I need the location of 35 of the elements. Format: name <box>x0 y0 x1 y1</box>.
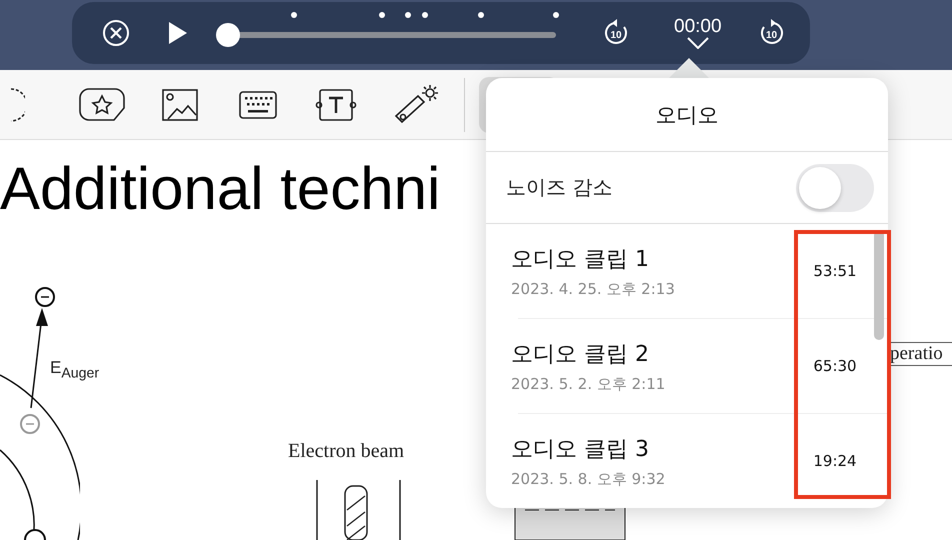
noise-reduction-label: 노이즈 감소 <box>506 174 612 202</box>
laser-pointer-icon <box>394 84 440 126</box>
slider-thumb[interactable] <box>216 23 240 47</box>
figure-label: peratio <box>890 342 952 366</box>
clip-name[interactable]: 오디오 클립 2 <box>511 338 666 368</box>
clip-name[interactable]: 오디오 클립 1 <box>511 244 675 274</box>
figure-label: Electron beam <box>288 440 404 463</box>
clip-name[interactable]: 오디오 클립 3 <box>511 434 666 464</box>
clip-duration: 65:30 <box>812 357 858 375</box>
energy-label: E$_{Auger}$ <box>50 358 100 382</box>
slide-title: Additional techni <box>0 154 440 223</box>
bookmark-dot <box>379 12 386 18</box>
popover-title: 오디오 <box>486 78 888 152</box>
lasso-icon <box>11 86 25 122</box>
keyboard-icon <box>239 90 277 118</box>
noise-reduction-toggle[interactable] <box>796 164 874 212</box>
bookmark-dot <box>290 12 297 18</box>
clip-duration: 53:51 <box>812 262 858 280</box>
clip-date: 2023. 5. 8. 오후 9:32 <box>511 470 666 488</box>
clip-date: 2023. 4. 25. 오후 2:13 <box>511 280 675 298</box>
chevron-down-icon <box>686 37 710 49</box>
text-box-icon <box>315 88 357 120</box>
play-icon[interactable] <box>168 21 188 45</box>
time-display[interactable]: 00:00 <box>674 17 722 49</box>
bookmark-dot <box>553 12 559 18</box>
bookmark-dot <box>478 12 484 18</box>
image-icon <box>162 88 198 120</box>
bookmark-dot <box>422 12 428 18</box>
bookmark-dot <box>405 12 412 18</box>
clip-date: 2023. 5. 2. 오후 2:11 <box>511 374 666 394</box>
skip-back-button[interactable]: 10 <box>602 19 630 47</box>
clip-duration: 19:24 <box>812 452 858 470</box>
close-icon[interactable] <box>102 19 130 47</box>
skip-forward-button[interactable]: 10 <box>758 19 786 47</box>
star-sticker-icon <box>79 86 125 122</box>
